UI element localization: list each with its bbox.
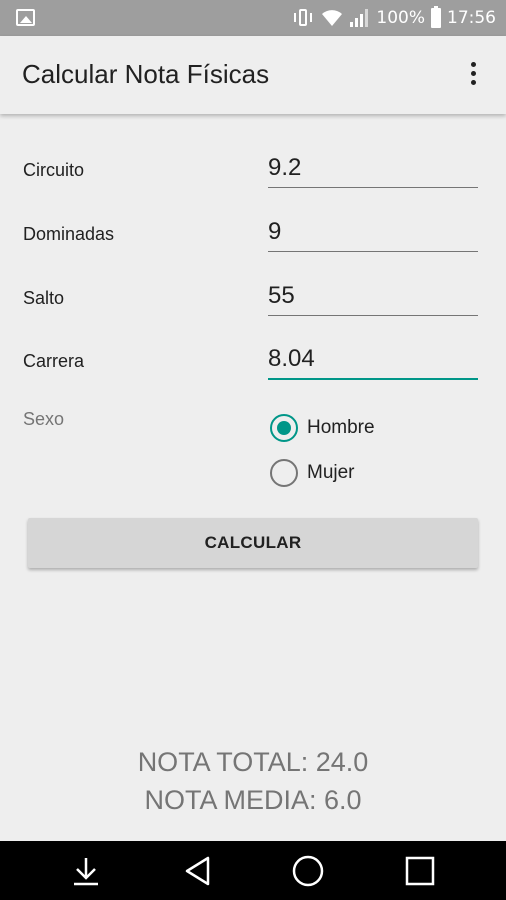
carrera-input[interactable] (268, 340, 478, 380)
radio-checked-icon[interactable] (270, 414, 298, 442)
status-right: 100% 17:56 (292, 0, 496, 36)
circuito-input[interactable] (268, 148, 478, 188)
home-icon[interactable] (278, 841, 338, 900)
salto-label: Salto (23, 288, 65, 308)
nota-total: NOTA TOTAL: 24.0 (137, 747, 369, 777)
download-icon[interactable] (56, 841, 116, 900)
battery-icon (431, 6, 441, 28)
image-icon (16, 9, 35, 26)
radio-hombre-label: Hombre (307, 417, 375, 438)
radio-mujer[interactable]: Mujer (270, 459, 355, 487)
radio-hombre[interactable]: Hombre (270, 414, 375, 442)
salto-input[interactable] (268, 276, 478, 316)
circuito-label: Circuito (23, 160, 85, 180)
signal-icon (350, 9, 370, 27)
app-title: Calcular Nota Físicas (22, 59, 270, 89)
wifi-icon (322, 10, 343, 26)
carrera-label: Carrera (23, 351, 85, 371)
dominadas-label: Dominadas (23, 224, 115, 244)
calcular-button[interactable]: CALCULAR (28, 518, 478, 568)
radio-unchecked-icon[interactable] (270, 459, 298, 487)
vibrate-icon (292, 8, 314, 28)
dominadas-input[interactable] (268, 212, 478, 252)
status-time: 17:56 (447, 8, 496, 28)
nav-bar (0, 841, 506, 900)
app-bar: Calcular Nota Físicas (0, 36, 506, 114)
more-vert-icon[interactable] (462, 62, 486, 88)
sexo-label: Sexo (23, 409, 65, 429)
battery-percent: 100% (376, 8, 425, 28)
back-icon[interactable] (168, 841, 228, 900)
radio-mujer-label: Mujer (307, 462, 355, 483)
status-bar: 100% 17:56 (0, 0, 506, 36)
recents-icon[interactable] (390, 841, 450, 900)
nota-media: NOTA MEDIA: 6.0 (144, 785, 362, 815)
